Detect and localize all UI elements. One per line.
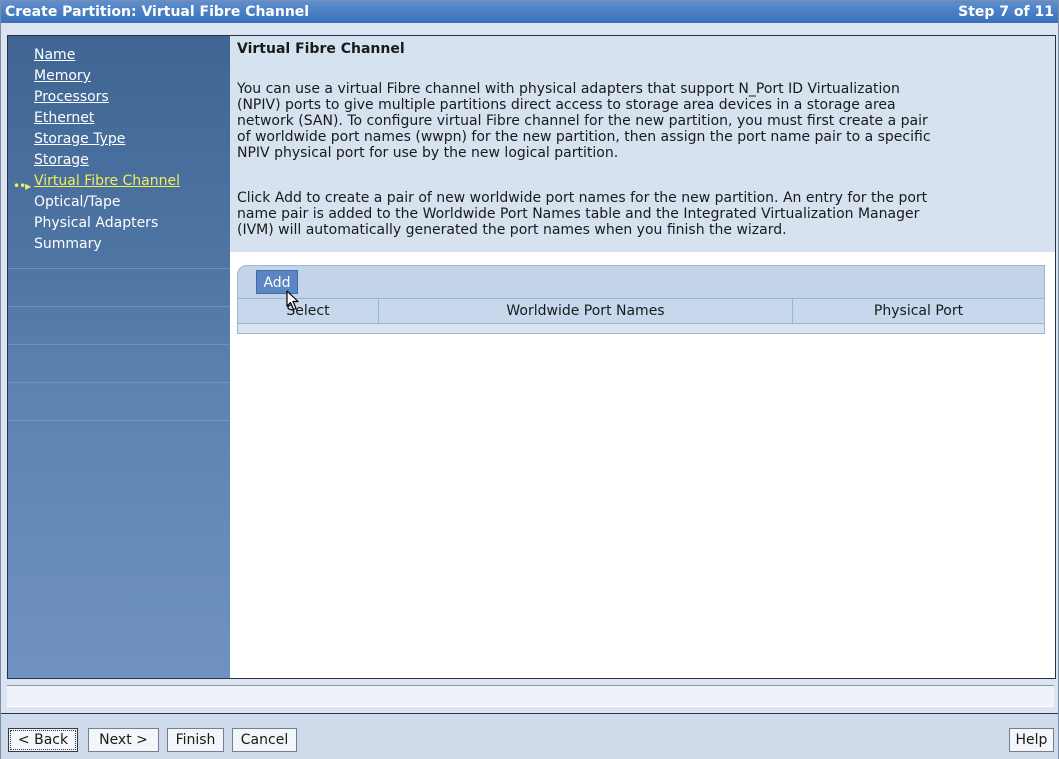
column-header-select[interactable]: Select <box>238 299 379 323</box>
wwpn-table: Add Select Worldwide Port Names Physical… <box>237 265 1045 337</box>
description-line: NPIV physical port for use by the new lo… <box>237 145 619 161</box>
status-strip <box>7 685 1054 707</box>
wizard-window: Create Partition: Virtual Fibre Channel … <box>0 0 1059 759</box>
table-header: Select Worldwide Port Names Physical Por… <box>237 298 1045 324</box>
column-header-worldwide-port-names[interactable]: Worldwide Port Names <box>379 299 793 323</box>
step-indicator: Step 7 of 11 <box>958 4 1054 20</box>
nav-item-ethernet[interactable]: Ethernet <box>34 110 94 127</box>
table-footer <box>237 324 1045 334</box>
nav-item-virtual-fibre-channel[interactable]: Virtual Fibre Channel <box>34 173 180 190</box>
mouse-pointer-icon <box>286 290 299 311</box>
description-panel: Virtual Fibre Channel You can use a virt… <box>230 36 1055 252</box>
wizard-nav: ••▸ Name Memory Processors Ethernet Stor… <box>8 36 230 678</box>
button-bar: < Back Next > Finish Cancel Help <box>1 713 1058 759</box>
column-header-physical-port[interactable]: Physical Port <box>793 299 1044 323</box>
nav-item-summary: Summary <box>34 236 102 252</box>
cancel-button[interactable]: Cancel <box>232 728 297 752</box>
nav-item-name[interactable]: Name <box>34 47 75 64</box>
nav-item-memory[interactable]: Memory <box>34 68 91 85</box>
nav-item-storage[interactable]: Storage <box>34 152 89 169</box>
description-line: (NPIV) ports to give multiple partitions… <box>237 97 896 113</box>
description-line: network (SAN). To configure virtual Fibr… <box>237 113 928 129</box>
nav-item-physical-adapters: Physical Adapters <box>34 215 159 231</box>
help-button[interactable]: Help <box>1009 728 1054 752</box>
instruction-line: (IVM) will automatically generated the p… <box>237 222 787 238</box>
next-button[interactable]: Next > <box>88 728 159 752</box>
window-title: Create Partition: Virtual Fibre Channel <box>5 4 310 20</box>
instruction-line: Click Add to create a pair of new worldw… <box>237 190 928 206</box>
nav-item-storage-type[interactable]: Storage Type <box>34 131 125 148</box>
page-title: Virtual Fibre Channel <box>237 41 405 57</box>
instruction-line: name pair is added to the Worldwide Port… <box>237 206 920 222</box>
table-toolbar: Add <box>237 265 1045 298</box>
finish-button[interactable]: Finish <box>167 728 224 752</box>
current-step-arrow-icon: ••▸ <box>13 179 31 193</box>
nav-item-processors[interactable]: Processors <box>34 89 109 106</box>
description-line: You can use a virtual Fibre channel with… <box>237 81 900 97</box>
title-bar: Create Partition: Virtual Fibre Channel … <box>1 1 1058 23</box>
wizard-body: ••▸ Name Memory Processors Ethernet Stor… <box>7 35 1056 679</box>
back-button[interactable]: < Back <box>8 728 78 752</box>
nav-item-optical-tape: Optical/Tape <box>34 194 121 210</box>
wizard-content: Virtual Fibre Channel You can use a virt… <box>230 36 1055 678</box>
description-line: of worldwide port names (wwpn) for the n… <box>237 129 931 145</box>
